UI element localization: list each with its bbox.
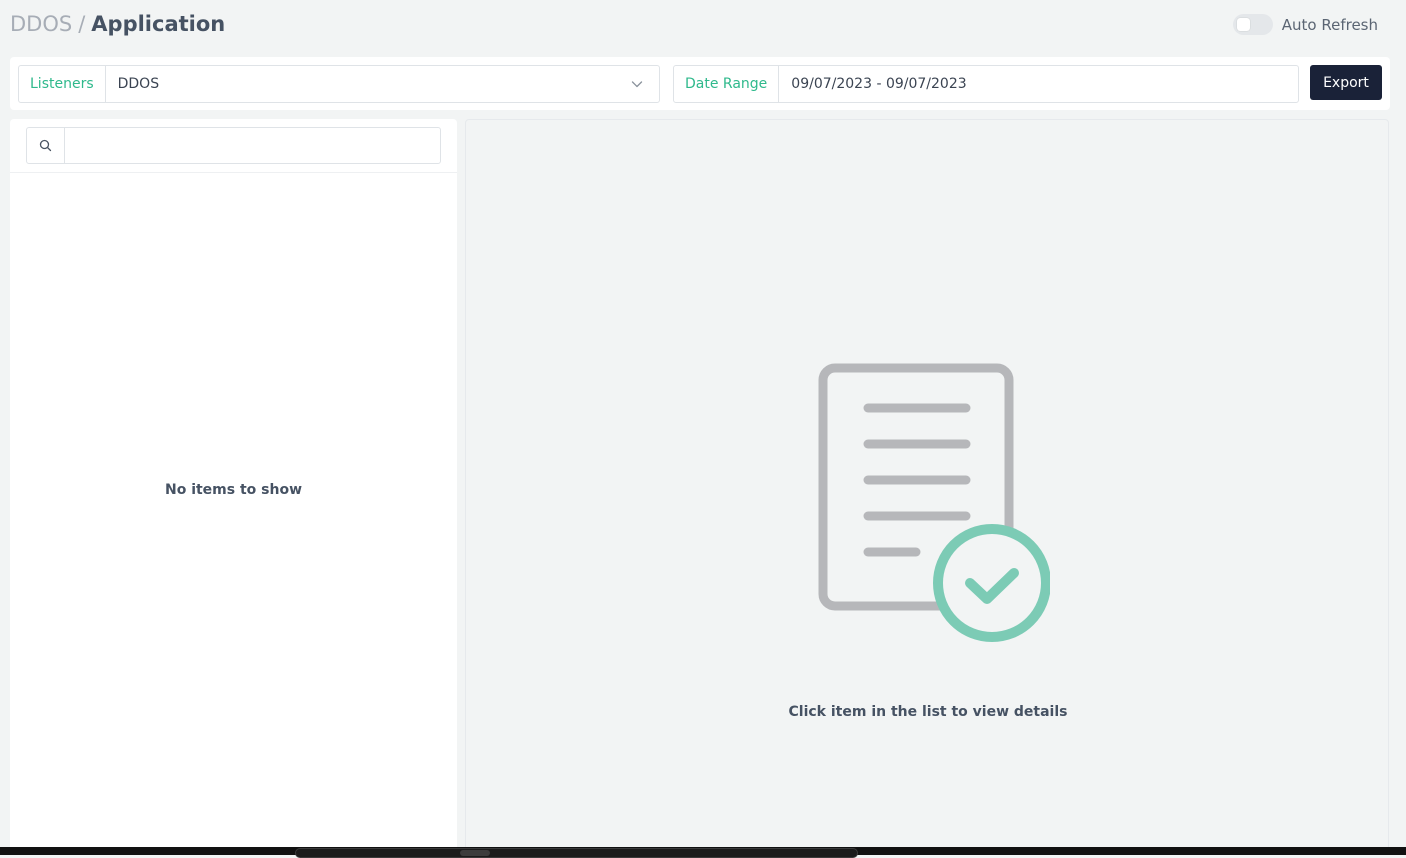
auto-refresh: Auto Refresh bbox=[1232, 14, 1378, 35]
listeners-value-container[interactable]: DDOS bbox=[106, 66, 659, 102]
detail-hint: Click item in the list to view details bbox=[788, 704, 1068, 720]
detail-panel: Click item in the list to view details bbox=[465, 119, 1389, 855]
divider bbox=[10, 172, 457, 173]
scrollbar-thumb[interactable] bbox=[460, 850, 490, 856]
search-box bbox=[26, 127, 441, 164]
chevron-down-icon[interactable] bbox=[631, 78, 643, 90]
page-header: DDOS / Application Auto Refresh bbox=[0, 0, 1406, 50]
horizontal-scrollbar[interactable] bbox=[295, 848, 858, 858]
auto-refresh-label: Auto Refresh bbox=[1281, 15, 1378, 34]
search-input[interactable] bbox=[65, 128, 440, 163]
search-icon bbox=[39, 139, 52, 152]
bottom-bar bbox=[0, 847, 1406, 858]
export-button[interactable]: Export bbox=[1310, 65, 1382, 100]
auto-refresh-toggle[interactable] bbox=[1232, 14, 1273, 35]
listeners-select[interactable]: Listeners DDOS bbox=[18, 65, 660, 103]
breadcrumb: DDOS / Application bbox=[10, 10, 225, 38]
toggle-knob bbox=[1236, 18, 1250, 31]
date-range-value: 09/07/2023 - 09/07/2023 bbox=[791, 76, 967, 92]
breadcrumb-parent[interactable]: DDOS bbox=[10, 12, 72, 36]
page-title: Application bbox=[91, 12, 226, 36]
listeners-label: Listeners bbox=[19, 66, 106, 102]
listeners-value: DDOS bbox=[117, 76, 160, 92]
empty-list-message: No items to show bbox=[164, 482, 303, 498]
list-panel: No items to show bbox=[10, 119, 457, 855]
document-check-icon bbox=[818, 363, 1050, 642]
search-icon-container bbox=[27, 128, 65, 163]
date-range-value-container[interactable]: 09/07/2023 - 09/07/2023 bbox=[779, 66, 1298, 102]
filter-bar: Listeners DDOS Date Range 09/07/2023 - 0… bbox=[10, 57, 1390, 110]
breadcrumb-separator: / bbox=[78, 12, 86, 36]
date-range-label: Date Range bbox=[674, 66, 780, 102]
date-range-picker[interactable]: Date Range 09/07/2023 - 09/07/2023 bbox=[673, 65, 1299, 103]
